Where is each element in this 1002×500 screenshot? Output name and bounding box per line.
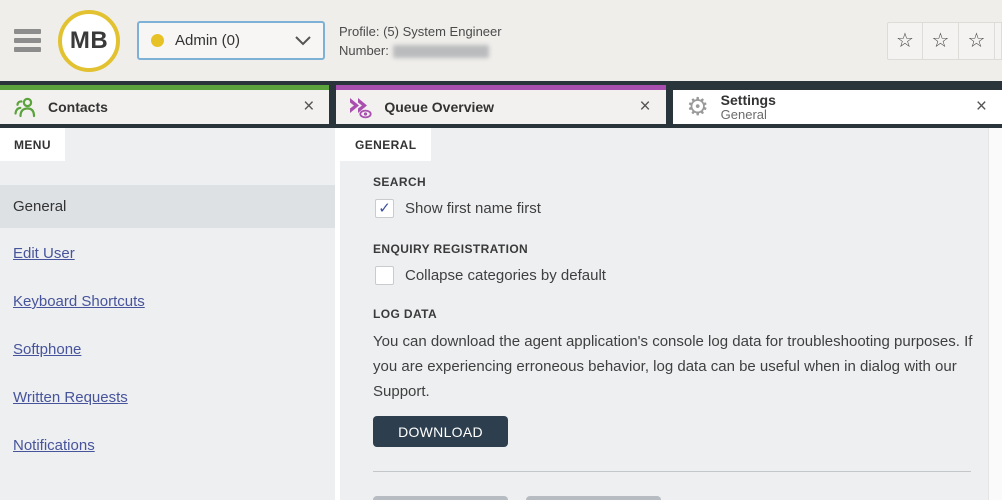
collapse-categories-checkbox[interactable]: [375, 266, 394, 285]
profile-info: Profile: (5) System Engineer Number:: [339, 22, 502, 60]
status-dot-icon: [151, 34, 164, 47]
general-settings-panel: GENERAL SEARCH ✓ Show first name first E…: [340, 128, 1002, 500]
sidebar-item-softphone[interactable]: Softphone: [13, 341, 81, 358]
star-icon[interactable]: ☆: [959, 22, 995, 60]
tab-label: Settings: [721, 93, 776, 108]
close-icon[interactable]: ×: [300, 96, 317, 118]
queue-overview-icon: [346, 94, 376, 120]
close-icon[interactable]: ×: [637, 96, 654, 118]
top-bar: MB Admin (0) Profile: (5) System Enginee…: [0, 0, 1002, 81]
tab-bar: Contacts × Queue Overview × ⚙ Settings G…: [0, 81, 1002, 128]
tab-label: Contacts: [48, 100, 108, 115]
star-icon[interactable]: ☆: [887, 22, 923, 60]
hamburger-menu-icon[interactable]: [14, 29, 41, 52]
section-divider: [373, 471, 971, 472]
profile-value: (5) System Engineer: [383, 24, 502, 39]
tab-settings[interactable]: ⚙ Settings General ×: [673, 85, 1002, 124]
settings-menu-sidebar: MENU General Edit User Keyboard Shortcut…: [0, 128, 335, 500]
close-icon[interactable]: ×: [973, 96, 990, 118]
favorite-profile-buttons: ☆ ☆ ☆: [887, 22, 1002, 60]
star-icon[interactable]: [995, 22, 1002, 60]
search-section-title: SEARCH: [373, 175, 1002, 189]
tab-contacts[interactable]: Contacts ×: [0, 85, 329, 124]
log-data-description: You can download the agent application's…: [373, 329, 973, 404]
chevron-down-icon: [295, 36, 311, 46]
checkmark-icon: ✓: [378, 201, 391, 216]
sidebar-item-edit-user[interactable]: Edit User: [13, 245, 75, 262]
sidebar-item-keyboard-shortcuts[interactable]: Keyboard Shortcuts: [13, 293, 145, 310]
tab-queue-overview[interactable]: Queue Overview ×: [336, 85, 665, 124]
content-subtab-row: GENERAL: [340, 128, 1002, 161]
download-button[interactable]: DOWNLOAD: [373, 416, 508, 447]
tab-sublabel: General: [721, 108, 776, 122]
sidebar-item-written-requests[interactable]: Written Requests: [13, 389, 128, 406]
main-area: MENU General Edit User Keyboard Shortcut…: [0, 128, 1002, 500]
gear-icon: ⚙: [683, 95, 713, 120]
sidebar-item-general[interactable]: General: [0, 185, 335, 228]
enquiry-section-title: ENQUIRY REGISTRATION: [373, 242, 1002, 256]
presence-status-label: Admin (0): [175, 32, 295, 49]
show-first-name-checkbox[interactable]: ✓: [375, 199, 394, 218]
presence-status-dropdown[interactable]: Admin (0): [137, 21, 325, 60]
tab-label: Queue Overview: [384, 100, 494, 115]
reset-button[interactable]: RESET: [526, 496, 661, 500]
scrollbar-track[interactable]: [988, 128, 1002, 500]
show-first-name-label[interactable]: Show first name first: [405, 200, 541, 217]
menu-header-label: MENU: [0, 128, 65, 161]
star-icon[interactable]: ☆: [923, 22, 959, 60]
save-button[interactable]: SAVE: [373, 496, 508, 500]
profile-label: Profile:: [339, 24, 379, 39]
log-data-section-title: LOG DATA: [373, 307, 1002, 321]
avatar[interactable]: MB: [58, 10, 120, 72]
sidebar-item-notifications[interactable]: Notifications: [13, 437, 95, 454]
contacts-people-icon: [10, 94, 40, 120]
number-label: Number:: [339, 43, 389, 58]
subtab-general[interactable]: GENERAL: [340, 128, 431, 161]
redacted-number: [393, 45, 489, 58]
collapse-categories-label[interactable]: Collapse categories by default: [405, 267, 606, 284]
sidebar-header: MENU: [0, 128, 335, 161]
